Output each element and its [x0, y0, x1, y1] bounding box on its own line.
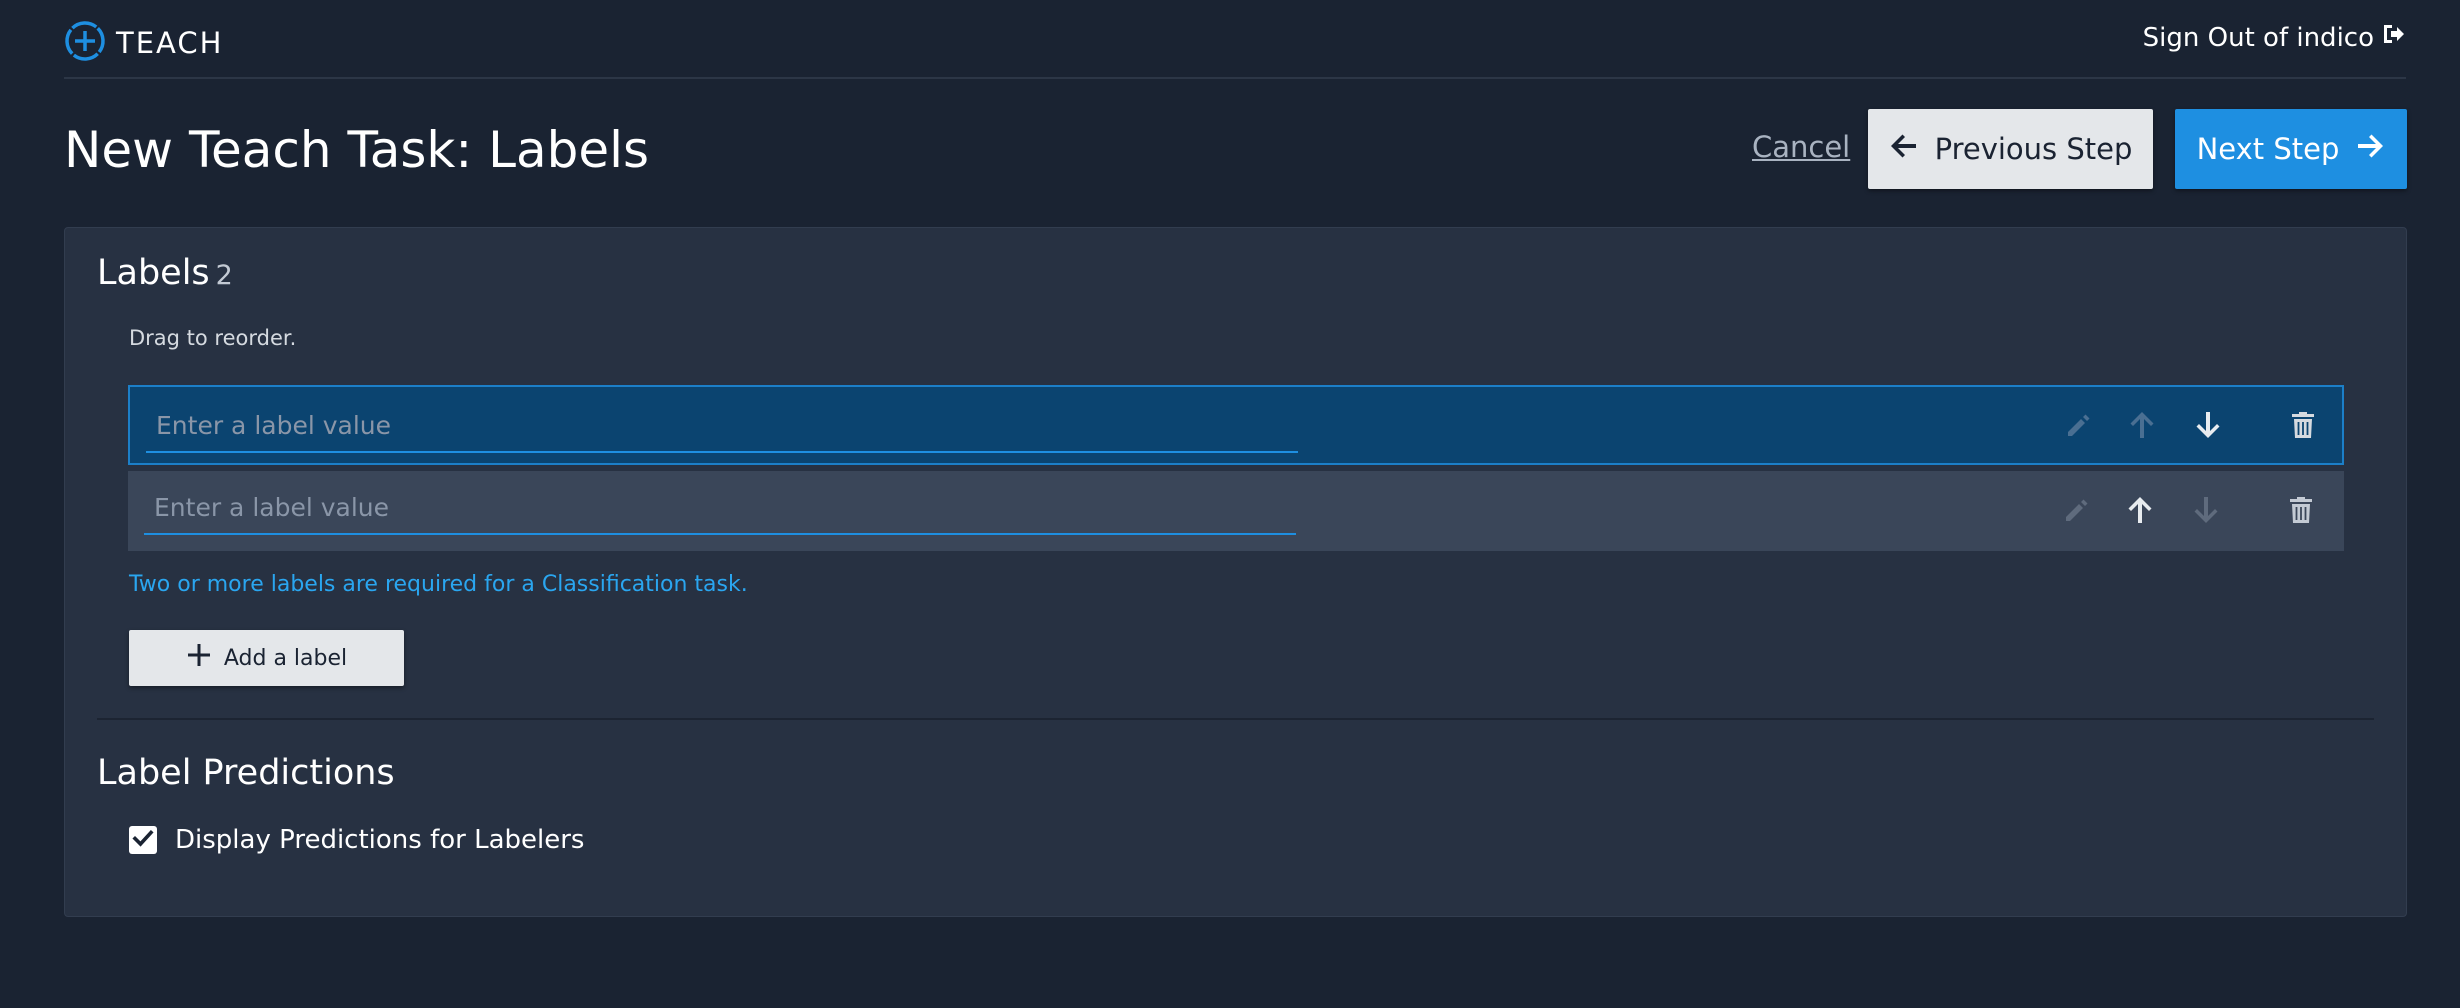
arrow-right-icon: [2339, 131, 2385, 168]
next-step-label: Next Step: [2196, 132, 2340, 166]
sign-out-icon: [2374, 21, 2406, 54]
trash-icon[interactable]: [2285, 407, 2321, 443]
pencil-icon[interactable]: [2061, 407, 2097, 443]
display-predictions-checkbox[interactable]: [129, 826, 157, 854]
page-title: New Teach Task: Labels: [64, 121, 650, 179]
previous-step-button[interactable]: Previous Step: [1868, 109, 2153, 189]
next-step-button[interactable]: Next Step: [2175, 109, 2407, 189]
labels-section-title: Labels 2: [97, 248, 233, 301]
pencil-icon[interactable]: [2059, 492, 2095, 528]
label-row[interactable]: [128, 385, 2344, 465]
arrow-up-icon[interactable]: [2124, 407, 2160, 443]
display-predictions-option[interactable]: Display Predictions for Labelers: [129, 825, 584, 855]
arrow-left-icon: [1889, 131, 1935, 168]
plus-circle-icon: [64, 20, 106, 66]
top-navigation-bar: TEACH Sign Out of indico: [64, 0, 2406, 79]
plus-icon: [186, 642, 224, 674]
add-label-text: Add a label: [223, 645, 348, 671]
section-divider: [97, 718, 2374, 720]
labels-heading: Labels: [97, 253, 210, 293]
display-predictions-label: Display Predictions for Labelers: [175, 825, 585, 855]
label-value-input[interactable]: [146, 399, 1298, 453]
task-settings-panel: Labels2 Drag to reorder. Two or: [64, 227, 2407, 917]
brand-logo[interactable]: TEACH: [64, 20, 223, 66]
label-predictions-title: Label Predictions: [97, 753, 395, 793]
label-row[interactable]: [128, 471, 2344, 551]
add-label-button[interactable]: Add a label: [129, 630, 404, 686]
previous-step-label: Previous Step: [1934, 132, 2133, 166]
brand-name: TEACH: [116, 26, 224, 60]
arrow-down-icon[interactable]: [2188, 492, 2224, 528]
cancel-link[interactable]: Cancel: [1752, 130, 1850, 164]
requirement-message: Two or more labels are required for a Cl…: [129, 572, 748, 597]
sign-out-label: Sign Out of indico: [2142, 22, 2374, 53]
sign-out-link[interactable]: Sign Out of indico: [2143, 21, 2406, 54]
check-icon: [131, 826, 155, 854]
drag-hint: Drag to reorder.: [129, 326, 297, 350]
arrow-up-icon[interactable]: [2122, 492, 2158, 528]
arrow-down-icon[interactable]: [2190, 407, 2226, 443]
labels-count: 2: [215, 260, 233, 291]
trash-icon[interactable]: [2283, 492, 2319, 528]
label-value-input[interactable]: [144, 481, 1296, 535]
